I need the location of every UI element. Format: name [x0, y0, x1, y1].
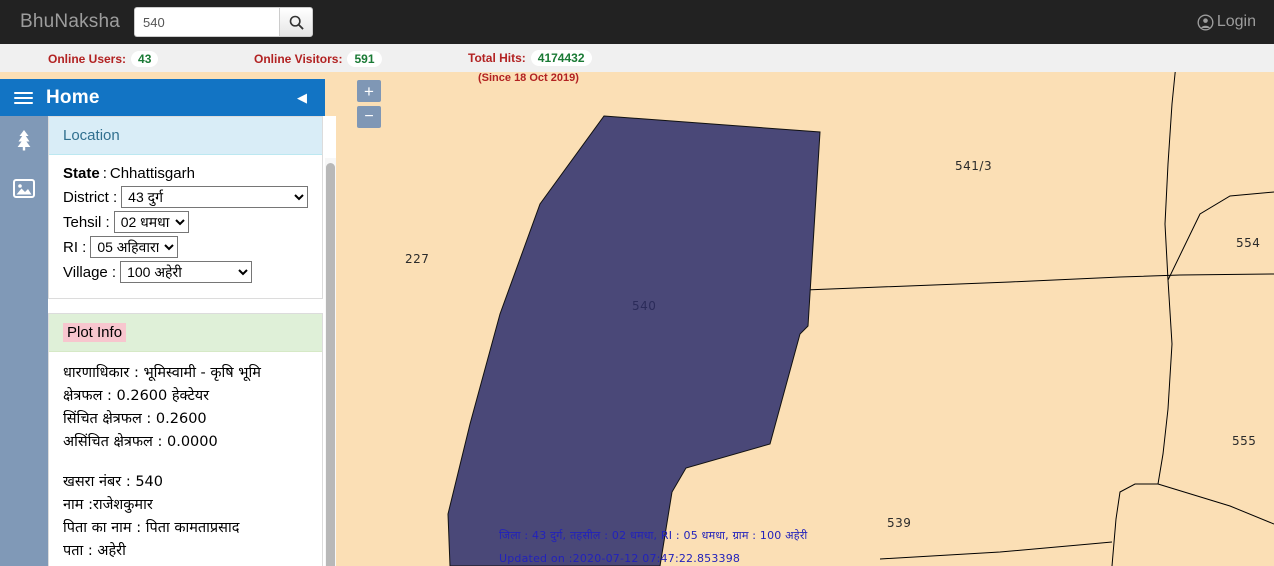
parcel-label: 540 — [632, 299, 657, 313]
ri-field: RI : 05 अहिवारा — [63, 236, 308, 258]
search-input[interactable] — [134, 7, 280, 37]
plot-info-heading-text: Plot Info — [63, 323, 127, 342]
total-hits-value: 4174432 — [530, 50, 592, 66]
plot-line: धारणाधिकार : भूमिस्वामी - कृषि भूमि — [63, 365, 261, 381]
online-users-label: Online Users: — [48, 52, 127, 66]
sidebar-scrollbar-thumb[interactable] — [326, 163, 335, 566]
online-visitors-value: 591 — [347, 51, 382, 67]
sidebar-title: Home — [46, 86, 100, 108]
sidebar-header: Home ◀ — [0, 79, 325, 116]
district-select[interactable]: 43 दुर्ग — [121, 186, 308, 208]
hamburger-icon[interactable] — [0, 89, 46, 107]
total-hits-label: Total Hits: — [468, 51, 526, 65]
state-label: State — [63, 165, 100, 182]
location-body: State: Chhattisgarh District : 43 दुर्ग … — [49, 155, 322, 298]
selected-parcel-540 — [447, 115, 821, 566]
plot-line: सिंचित क्षेत्रफल : 0.2600 — [63, 411, 207, 427]
online-visitors-stat: Online Visitors: 591 — [254, 51, 382, 67]
sidebar-panel: Location State: Chhattisgarh District : … — [48, 116, 323, 566]
parcel-label: 554 — [1236, 236, 1261, 250]
user-circle-icon — [1197, 14, 1214, 30]
top-navbar: BhuNaksha Login — [0, 0, 1274, 44]
ri-select[interactable]: 05 अहिवारा — [90, 236, 179, 258]
tehsil-label: Tehsil : — [63, 213, 110, 231]
district-label: District : — [63, 188, 118, 206]
online-users-value: 43 — [131, 51, 159, 67]
district-field: District : 43 दुर्ग — [63, 186, 308, 208]
chevron-left-icon[interactable]: ◀ — [297, 91, 307, 104]
plot-line-gap — [63, 454, 308, 471]
total-hits-stat: Total Hits: 4174432 — [468, 50, 592, 66]
state-colon: : — [102, 165, 107, 182]
plot-line: असिंचित क्षेत्रफल : 0.0000 — [63, 434, 218, 450]
map-footer-location: जिला : 43 दुर्ग, तहसील : 02 धमधा, RI : 0… — [499, 529, 808, 542]
parcel-label: 227 — [405, 252, 430, 266]
state-value: Chhattisgarh — [109, 165, 195, 182]
location-card: Location State: Chhattisgarh District : … — [48, 116, 323, 299]
tehsil-field: Tehsil : 02 धमधा — [63, 211, 308, 233]
online-users-stat: Online Users: 43 — [48, 51, 159, 67]
plot-line: पिता का नाम : पिता कामताप्रसाद — [63, 520, 240, 536]
bhunaksha-app: 227 540 541/3 554 555 539 229 जिला : 43 … — [0, 0, 1274, 566]
ri-label: RI : — [63, 238, 87, 256]
plot-line: पता : अहेरी — [63, 543, 126, 559]
search-group — [134, 7, 314, 37]
search-icon — [289, 15, 304, 30]
sidebar-scroll-area[interactable]: Location State: Chhattisgarh District : … — [48, 116, 336, 566]
parcel-label: 541/3 — [955, 159, 993, 173]
plot-line: खसरा नंबर : 540 — [63, 474, 163, 490]
parcel-label: 555 — [1232, 434, 1257, 448]
plot-line: क्षेत्रफल : 0.2600 हेक्टेयर — [63, 388, 210, 404]
login-label: Login — [1216, 13, 1256, 30]
parcel-label: 539 — [887, 516, 912, 530]
plot-line: नाम :राजेशकुमार — [63, 497, 153, 513]
zoom-in-button[interactable]: + — [357, 80, 381, 102]
village-field: Village : 100 अहेरी — [63, 261, 308, 283]
tehsil-select[interactable]: 02 धमधा — [113, 211, 189, 233]
left-sidebar: Home ◀ Location State: Chhattisgarh Dist… — [0, 79, 336, 566]
app-brand[interactable]: BhuNaksha — [0, 11, 134, 33]
location-heading: Location — [49, 117, 322, 155]
card-gap — [48, 299, 323, 313]
village-label: Village : — [63, 263, 117, 281]
login-button[interactable]: Login — [1197, 13, 1274, 31]
map-footer-updated: Updated on :2020-07-12 07:47:22.853398 — [499, 552, 741, 565]
plot-info-body: धारणाधिकार : भूमिस्वामी - कृषि भूमि क्षे… — [49, 352, 322, 566]
search-button[interactable] — [279, 7, 314, 37]
plot-info-heading: Plot Info — [49, 314, 322, 352]
online-visitors-label: Online Visitors: — [254, 52, 343, 66]
zoom-out-button[interactable]: − — [357, 106, 381, 128]
map-zoom-controls: + − — [357, 80, 381, 128]
since-note: (Since 18 Oct 2019) — [478, 72, 579, 84]
stats-bar: Online Users: 43 Online Visitors: 591 Tota… — [0, 44, 1274, 72]
village-select[interactable]: 100 अहेरी — [120, 261, 253, 283]
plot-info-card: Plot Info धारणाधिकार : भूमिस्वामी - कृषि… — [48, 313, 323, 566]
state-field: State: Chhattisgarh — [63, 165, 308, 182]
